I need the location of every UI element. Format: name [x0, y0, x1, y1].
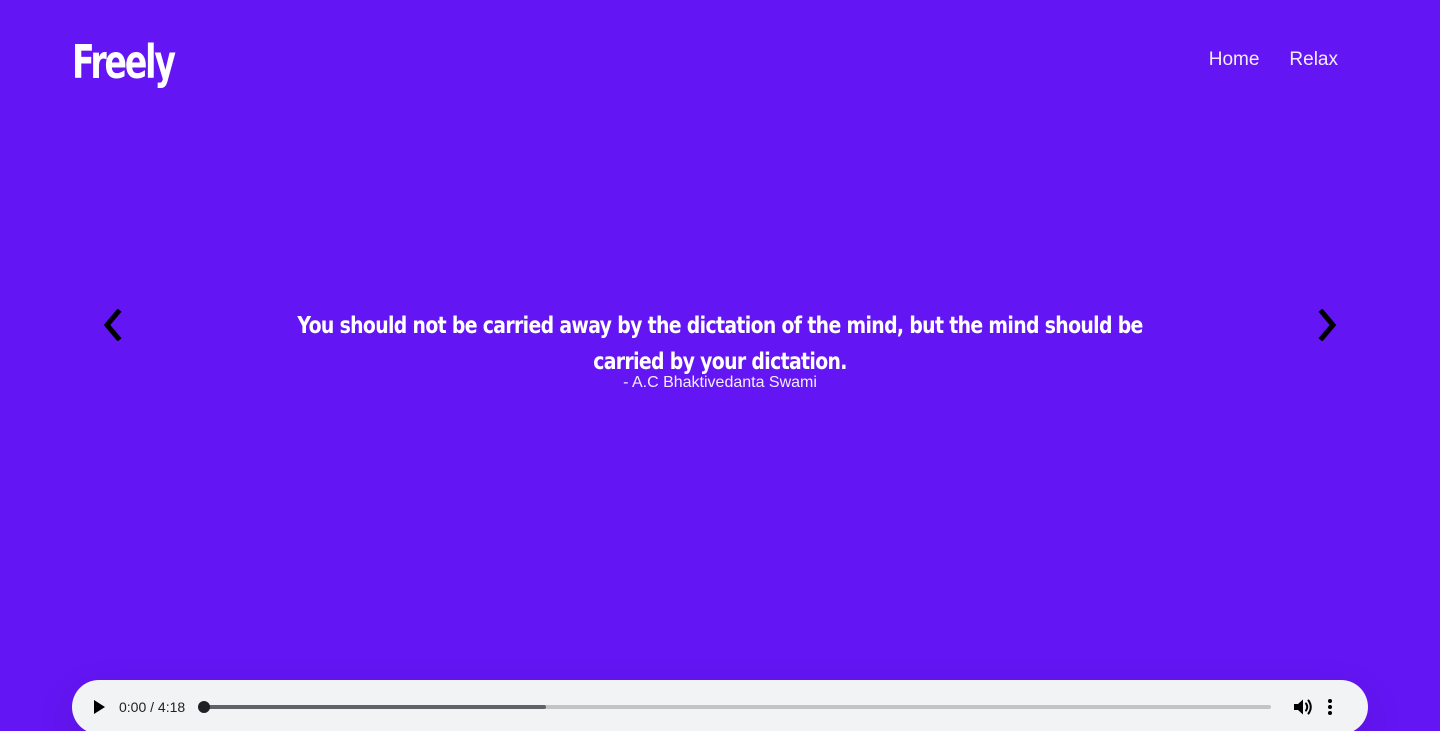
carousel-prev-button[interactable]: [94, 307, 130, 343]
quote-slide: You should not be carried away by the di…: [260, 308, 1180, 393]
play-icon: [94, 700, 105, 714]
carousel-next-button[interactable]: [1310, 307, 1346, 343]
quote-text: You should not be carried away by the di…: [297, 313, 1143, 375]
more-vertical-icon: [1328, 699, 1333, 715]
seek-bar[interactable]: [198, 701, 1272, 713]
chevron-left-icon: [103, 309, 122, 341]
audio-player: 0:00 / 4:18: [72, 680, 1368, 731]
volume-icon: [1294, 699, 1312, 715]
site-logo[interactable]: Freely: [72, 30, 176, 94]
time-display: 0:00 / 4:18: [119, 699, 186, 715]
play-button[interactable]: [92, 700, 106, 714]
buffered-progress: [204, 705, 546, 709]
more-options-button[interactable]: [1325, 697, 1335, 717]
nav-item-relax[interactable]: Relax: [1289, 48, 1338, 72]
main-nav: Home Relax: [1209, 48, 1338, 72]
volume-button[interactable]: [1293, 697, 1313, 717]
seek-thumb[interactable]: [198, 701, 211, 713]
chevron-right-icon: [1318, 309, 1337, 341]
nav-item-home[interactable]: Home: [1209, 48, 1260, 72]
